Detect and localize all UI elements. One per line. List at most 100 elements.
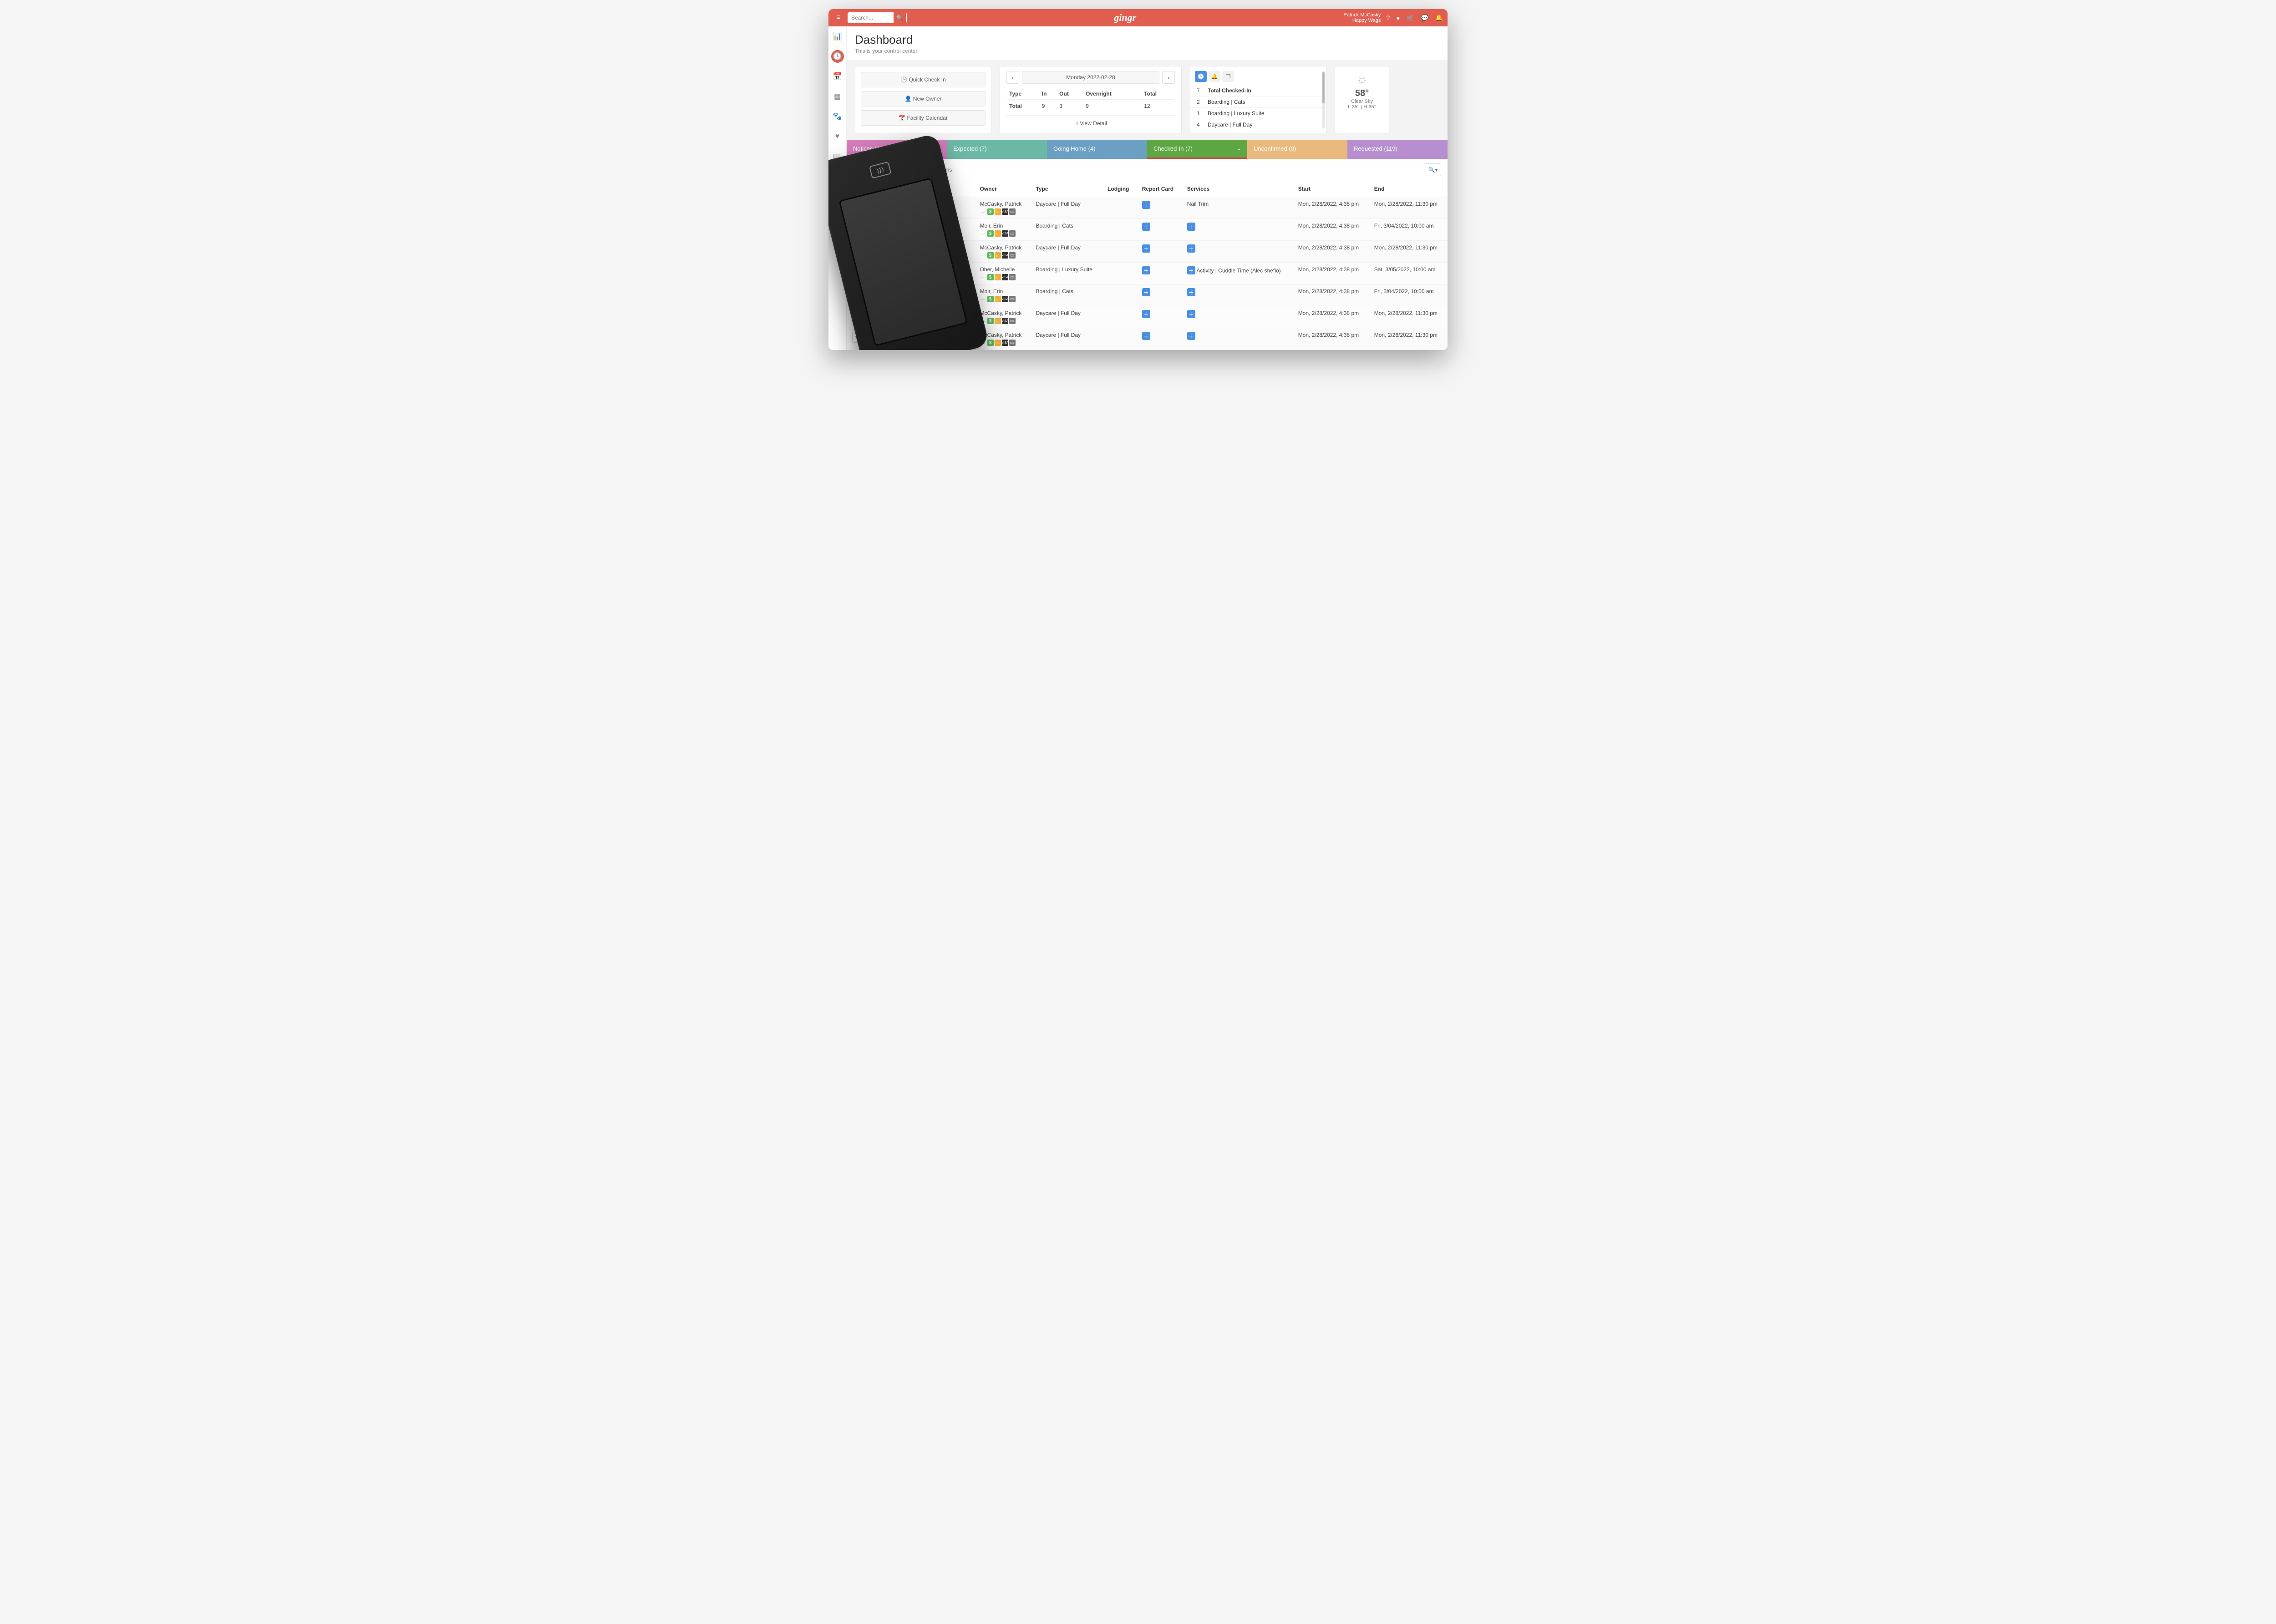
row-action-1[interactable]: ▾ [852,201,861,212]
tab-going-home[interactable]: Going Home (4) [1047,140,1147,159]
pay-icon[interactable]: ▭ [1009,252,1016,259]
clock-icon[interactable]: ◐ [914,340,920,346]
checkin-row[interactable]: 7Total Checked-In [1190,85,1326,96]
cell-animal[interactable]: Almanac (Aussiedoodle) ＋▧📷☰✎◐◉📋 [886,197,974,219]
plus-icon[interactable]: ＋ [892,230,898,237]
tab-unconfirmed[interactable]: Unconfirmed (0) [1247,140,1347,159]
edit-icon[interactable]: ✎ [914,296,920,302]
row-action-2[interactable]: ≡▾ [864,310,877,321]
view-detail-button[interactable]: ＋View Detail [1006,115,1175,128]
cell-owner[interactable]: Ober, Michelle ＋$✋VISA▭ [975,263,1031,284]
search-input[interactable] [848,15,893,21]
pay-icon[interactable]: ▭ [1009,230,1016,237]
cell-animal[interactable]: Maggie (Pit Bull mix) ＋⚑✖📷☰✎◐◉!📋 [886,263,974,284]
cart-icon[interactable]: 🛒 [1407,14,1414,22]
pay-icon[interactable]: ▭ [1009,318,1016,324]
add-report-button[interactable]: ＋ [1142,332,1150,340]
clock-icon[interactable]: ◐ [921,296,927,302]
cam-icon[interactable]: 📷 [914,230,920,237]
box-icon[interactable]: ☰ [906,252,913,259]
hand-icon[interactable]: ✋ [995,296,1001,302]
clip-icon[interactable]: 📋 [928,340,935,346]
card-icon[interactable]: VISA [1002,340,1008,346]
plus-icon[interactable]: ＋ [980,208,986,215]
card-icon[interactable]: VISA [1002,230,1008,237]
cell-owner[interactable]: McCasky, Patrick ＋$✋VISA▭ [975,328,1031,350]
quick-check-in-button[interactable]: 🕒 Quick Check In [861,72,986,87]
row-action-2[interactable]: ≡▾ [864,223,877,233]
summary-tab-bell[interactable]: 🔔 [1209,71,1220,82]
next-day-button[interactable]: › [1162,71,1175,84]
new-owner-button[interactable]: 👤 New Owner [861,91,986,107]
nav-calendar-icon[interactable]: 📅 [831,70,844,83]
box-icon[interactable]: ☰ [899,340,905,346]
plus-icon[interactable]: ＋ [892,296,898,302]
add-report-button[interactable]: ＋ [1142,244,1150,253]
shield-icon[interactable]: ◉ [921,340,927,346]
row-action-2[interactable]: ≡▾ [864,244,877,255]
box-icon[interactable]: ☰ [921,230,927,237]
nav-dashboard-icon[interactable]: 📊 [831,30,844,43]
hand-icon[interactable]: ✋ [995,208,1001,215]
plus-icon[interactable]: ＋ [980,296,986,302]
hand-icon[interactable]: ✋ [995,252,1001,259]
add-report-button[interactable]: ＋ [1142,223,1150,231]
card-icon[interactable]: VISA [1002,318,1008,324]
summary-tab-copy[interactable]: ❐ [1222,71,1234,82]
cell-animal[interactable]: Kiki (cat) ＋✈⚥📷☰✎◐◉📋 [886,219,974,241]
add-report-button[interactable]: ＋ [1142,288,1150,296]
shield-icon[interactable]: ◉ [935,208,942,215]
clip-icon[interactable]: 📋 [943,208,949,215]
cell-animal[interactable]: Momo (CAT: Domestic Long Hair) ＋📷☰✎◐◉📋 [886,284,974,306]
cell-owner[interactable]: Moir, Erin ＋$✋VISA▭ [975,284,1031,306]
row-action-1[interactable]: ▾ [852,266,861,277]
plane-icon[interactable]: ✈ [899,230,905,237]
cell-animal[interactable]: (Beagle) ＋☰✎◐◉📋 [886,306,974,328]
hand-icon[interactable]: ✋ [995,318,1001,324]
hand-icon[interactable]: ✋ [995,274,1001,280]
add-service-button[interactable]: ＋ [1187,288,1195,296]
edit-icon[interactable]: ✎ [906,340,913,346]
box-icon[interactable]: ☰ [906,296,913,302]
row-action-1[interactable]: ▾ [852,332,861,343]
pay-icon[interactable]: ▭ [1009,340,1016,346]
summary-tab-clock[interactable]: 🕒 [1195,71,1207,82]
dollar-icon[interactable]: $ [987,340,994,346]
shield-icon[interactable]: ◉ [921,318,927,324]
row-action-1[interactable]: ▾ [852,223,861,233]
plus-icon[interactable]: ＋ [892,340,898,346]
checkin-row[interactable]: 2Boarding | Cats [1190,96,1326,107]
box-icon[interactable]: ☰ [899,318,905,324]
card-icon[interactable]: VISA [1002,274,1008,280]
filter-input[interactable] [869,164,1421,176]
search-button[interactable]: 🔍 [893,12,906,23]
dot-icon[interactable]: ● [1396,14,1400,21]
card-icon[interactable]: VISA [1002,252,1008,259]
plus-icon[interactable]: ＋ [892,208,898,215]
help-icon[interactable]: ? [1386,14,1390,21]
hand-icon[interactable]: ✋ [995,340,1001,346]
flag-icon[interactable]: ⚑ [899,274,905,280]
clock-icon[interactable]: ◐ [921,252,927,259]
add-service-button[interactable]: ＋ [1187,332,1195,340]
clip-icon[interactable]: 📋 [928,318,935,324]
row-action-2[interactable]: ≡▾ [864,266,877,277]
card-icon[interactable]: VISA [1002,296,1008,302]
nav-book-icon[interactable]: 📖 [831,150,844,163]
add-service-button[interactable]: ＋ [1187,223,1195,231]
box-icon[interactable]: ☰ [921,274,927,280]
cell-owner[interactable]: McCasky, Patrick ＋$✋VISA▭ [975,197,1031,219]
clock-icon[interactable]: ◐ [914,318,920,324]
nav-clock-icon[interactable]: 🕒 [831,50,844,63]
dollar-icon[interactable]: $ [987,252,994,259]
add-report-button[interactable]: ＋ [1142,266,1150,274]
edit-icon[interactable]: ✎ [921,208,927,215]
plus-icon[interactable]: ＋ [980,274,986,280]
shield-icon[interactable]: ◉ [928,296,935,302]
row-action-2[interactable]: ≡▾ [864,201,877,212]
cell-animal[interactable]: (Wolf) ＋☰✎◐◉📋 [886,328,974,350]
chat-icon[interactable]: 💬 [1421,14,1428,22]
clip-icon[interactable]: 📋 [935,252,942,259]
edit-icon[interactable]: ✎ [906,318,913,324]
add-service-button[interactable]: ＋ [1187,266,1195,274]
